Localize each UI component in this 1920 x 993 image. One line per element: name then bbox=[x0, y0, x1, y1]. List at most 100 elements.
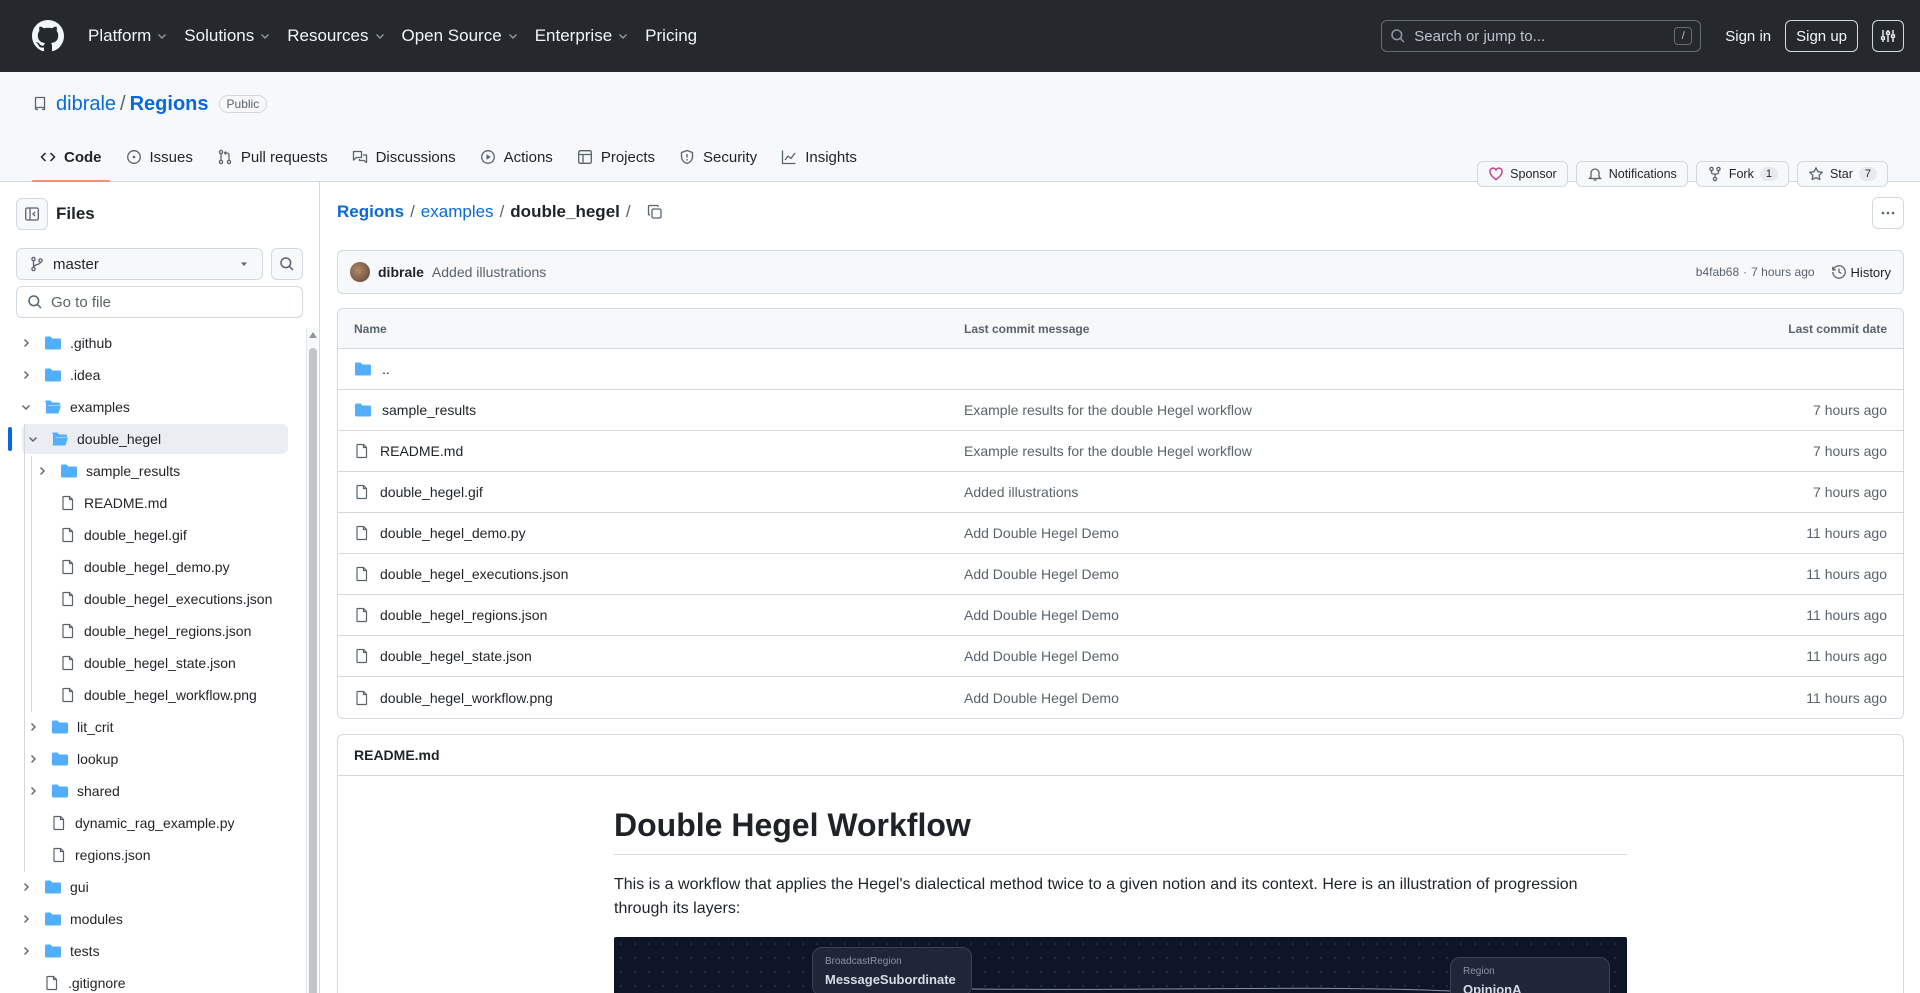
tree-toggle[interactable] bbox=[18, 945, 34, 957]
tab-code[interactable]: Code bbox=[32, 133, 110, 182]
tree-item-double-hegel-workflow-png[interactable]: double_hegel_workflow.png bbox=[34, 680, 288, 710]
file-name-link[interactable]: README.md bbox=[380, 443, 463, 459]
tree-item-tests[interactable]: tests bbox=[18, 936, 288, 966]
avatar[interactable] bbox=[350, 262, 370, 282]
tree-item-double-hegel-gif[interactable]: double_hegel.gif bbox=[34, 520, 288, 550]
commit-message-link[interactable]: Example results for the double Hegel wor… bbox=[964, 402, 1252, 418]
tree-item-github[interactable]: .github bbox=[18, 328, 288, 358]
table-row[interactable]: double_hegel_workflow.png Add Double Hege… bbox=[338, 677, 1903, 718]
appearance-settings-button[interactable] bbox=[1872, 20, 1904, 52]
scrollbar-thumb[interactable] bbox=[309, 348, 317, 993]
chevron-right-icon[interactable] bbox=[20, 913, 32, 925]
tab-pull-requests[interactable]: Pull requests bbox=[209, 133, 336, 181]
file-name-link[interactable]: double_hegel_executions.json bbox=[380, 566, 568, 582]
search-files-button[interactable] bbox=[271, 248, 303, 280]
commit-message[interactable]: Added illustrations bbox=[432, 264, 546, 280]
table-row[interactable]: double_hegel_regions.json Add Double Hege… bbox=[338, 595, 1903, 636]
commit-message-link[interactable]: Add Double Hegel Demo bbox=[964, 690, 1119, 706]
tree-item-modules[interactable]: modules bbox=[18, 904, 288, 934]
copy-path-button[interactable] bbox=[647, 204, 663, 220]
file-name-link[interactable]: sample_results bbox=[382, 402, 476, 418]
tab-insights[interactable]: Insights bbox=[773, 133, 865, 181]
readme-filename[interactable]: README.md bbox=[338, 735, 1903, 776]
chevron-right-icon[interactable] bbox=[27, 785, 39, 797]
nav-open-source[interactable]: Open Source bbox=[402, 26, 519, 46]
history-button[interactable]: History bbox=[1831, 264, 1891, 280]
search-input[interactable]: Search or jump to... / bbox=[1381, 20, 1702, 52]
tree-item-readme-md[interactable]: README.md bbox=[34, 488, 288, 518]
chevron-down-icon[interactable] bbox=[20, 401, 32, 413]
file-name-link[interactable]: double_hegel.gif bbox=[380, 484, 483, 500]
nav-resources[interactable]: Resources bbox=[287, 26, 385, 46]
tree-toggle[interactable] bbox=[25, 785, 41, 797]
scroll-up-arrow-icon[interactable] bbox=[309, 332, 317, 338]
chevron-right-icon[interactable] bbox=[20, 369, 32, 381]
tree-item-double-hegel-state-json[interactable]: double_hegel_state.json bbox=[34, 648, 288, 678]
tree-item-double-hegel-executions-json[interactable]: double_hegel_executions.json bbox=[34, 584, 288, 614]
commit-message-link[interactable]: Add Double Hegel Demo bbox=[964, 607, 1119, 623]
chevron-right-icon[interactable] bbox=[20, 337, 32, 349]
repo-name-link[interactable]: Regions bbox=[130, 93, 209, 116]
table-row[interactable]: sample_results Example results for the do… bbox=[338, 390, 1903, 431]
tree-item-double-hegel-demo-py[interactable]: double_hegel_demo.py bbox=[34, 552, 288, 582]
commit-author[interactable]: dibrale bbox=[378, 264, 424, 280]
parent-directory-row[interactable]: .. bbox=[338, 349, 1903, 390]
file-name-link[interactable]: double_hegel_state.json bbox=[380, 648, 532, 664]
breadcrumb-examples-link[interactable]: examples bbox=[421, 202, 494, 222]
tab-actions[interactable]: Actions bbox=[472, 133, 561, 181]
chevron-right-icon[interactable] bbox=[27, 721, 39, 733]
breadcrumb-root-link[interactable]: Regions bbox=[337, 202, 404, 222]
table-row[interactable]: README.md Example results for the double … bbox=[338, 431, 1903, 472]
tree-toggle[interactable] bbox=[18, 881, 34, 893]
more-options-button[interactable] bbox=[1872, 197, 1904, 229]
parent-directory-label[interactable]: .. bbox=[382, 361, 390, 377]
tree-toggle[interactable] bbox=[18, 401, 34, 413]
table-row[interactable]: double_hegel_executions.json Add Double H… bbox=[338, 554, 1903, 595]
tree-toggle[interactable] bbox=[25, 753, 41, 765]
tree-item-lookup[interactable]: lookup bbox=[25, 744, 288, 774]
chevron-right-icon[interactable] bbox=[27, 753, 39, 765]
tree-item-dynamic-rag-example-py[interactable]: dynamic_rag_example.py bbox=[25, 808, 288, 838]
commit-message-link[interactable]: Added illustrations bbox=[964, 484, 1078, 500]
tree-item-regions-json[interactable]: regions.json bbox=[25, 840, 288, 870]
tree-toggle[interactable] bbox=[18, 337, 34, 349]
chevron-right-icon[interactable] bbox=[36, 465, 48, 477]
nav-enterprise[interactable]: Enterprise bbox=[535, 26, 629, 46]
tree-item-sample-results[interactable]: sample_results bbox=[34, 456, 288, 486]
tab-issues[interactable]: Issues bbox=[118, 133, 201, 181]
tree-item-lit-crit[interactable]: lit_crit bbox=[25, 712, 288, 742]
tree-scrollbar[interactable] bbox=[306, 328, 318, 993]
tree-item-double-hegel-regions-json[interactable]: double_hegel_regions.json bbox=[34, 616, 288, 646]
chevron-right-icon[interactable] bbox=[20, 881, 32, 893]
tree-item-shared[interactable]: shared bbox=[25, 776, 288, 806]
tree-item-gitignore[interactable]: .gitignore bbox=[18, 968, 288, 993]
go-to-file-input[interactable]: Go to file bbox=[16, 286, 303, 318]
tab-security[interactable]: Security bbox=[671, 133, 765, 181]
tree-item-double-hegel[interactable]: double_hegel bbox=[22, 424, 288, 454]
collapse-sidebar-button[interactable] bbox=[16, 198, 48, 230]
table-row[interactable]: double_hegel.gif Added illustrations 7 hou… bbox=[338, 472, 1903, 513]
tree-item-gui[interactable]: gui bbox=[18, 872, 288, 902]
commit-message-link[interactable]: Example results for the double Hegel wor… bbox=[964, 443, 1252, 459]
tree-toggle[interactable] bbox=[25, 721, 41, 733]
commit-message-link[interactable]: Add Double Hegel Demo bbox=[964, 648, 1119, 664]
file-name-link[interactable]: double_hegel_workflow.png bbox=[380, 690, 553, 706]
sign-in-link[interactable]: Sign in bbox=[1725, 28, 1771, 45]
file-name-link[interactable]: double_hegel_regions.json bbox=[380, 607, 547, 623]
tree-toggle[interactable] bbox=[34, 465, 50, 477]
file-name-link[interactable]: double_hegel_demo.py bbox=[380, 525, 526, 541]
tab-discussions[interactable]: Discussions bbox=[344, 133, 464, 181]
commit-message-link[interactable]: Add Double Hegel Demo bbox=[964, 566, 1119, 582]
commit-hash[interactable]: b4fab68 bbox=[1696, 265, 1739, 279]
commit-message-link[interactable]: Add Double Hegel Demo bbox=[964, 525, 1119, 541]
sign-up-button[interactable]: Sign up bbox=[1785, 20, 1858, 52]
table-row[interactable]: double_hegel_demo.py Add Double Hegel Dem… bbox=[338, 513, 1903, 554]
repo-owner-link[interactable]: dibrale bbox=[56, 93, 116, 116]
nav-solutions[interactable]: Solutions bbox=[184, 26, 271, 46]
branch-selector[interactable]: master bbox=[16, 248, 263, 280]
chevron-down-icon[interactable] bbox=[27, 433, 39, 445]
table-row[interactable]: double_hegel_state.json Add Double Hegel … bbox=[338, 636, 1903, 677]
nav-platform[interactable]: Platform bbox=[88, 26, 168, 46]
github-logo-icon[interactable] bbox=[32, 20, 64, 52]
tree-item-examples[interactable]: examples bbox=[18, 392, 288, 422]
